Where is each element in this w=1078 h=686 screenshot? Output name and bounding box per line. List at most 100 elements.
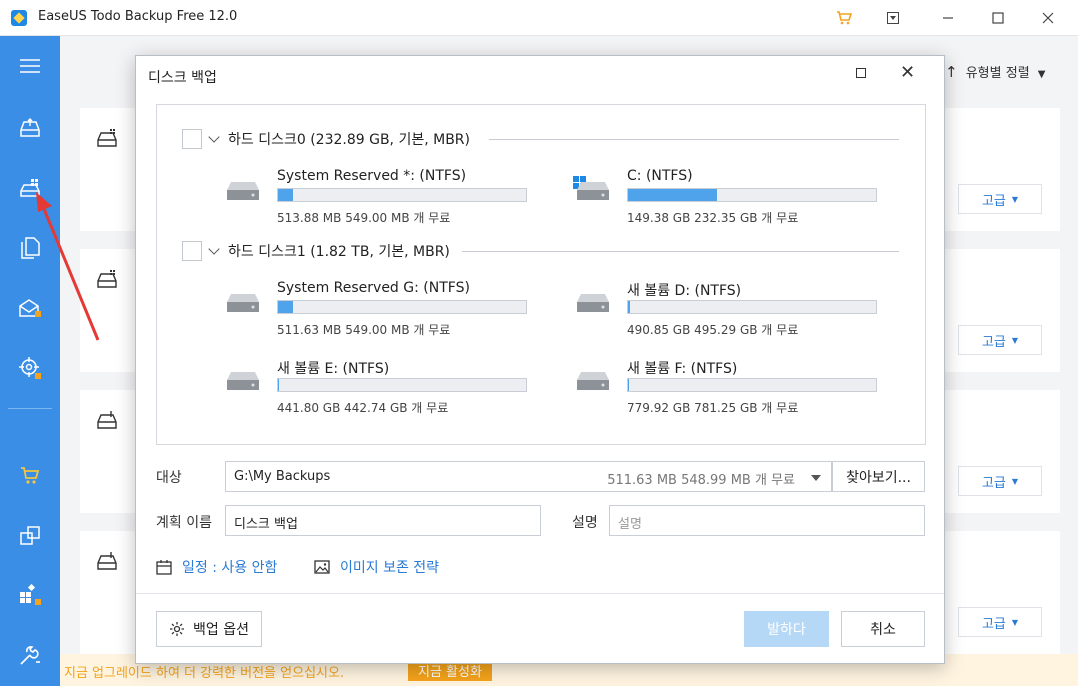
close-icon[interactable]: ✕: [900, 62, 915, 83]
chevron-down-icon: ▼: [1037, 69, 1046, 80]
partition-item[interactable]: System Reserved G: (NTFS) 511.63 MB 549.…: [223, 280, 527, 337]
partition-usage-bar: [277, 378, 527, 392]
tools-icon[interactable]: [0, 636, 60, 676]
backup-options-button[interactable]: 백업 옵션: [156, 611, 262, 647]
partition-name: 새 볼륨 F: (NTFS): [627, 361, 738, 377]
advanced-label: 고급: [981, 616, 1006, 632]
plan-name-input[interactable]: 디스크 백업: [225, 505, 541, 536]
disk-name: 하드 디스크0 (232.89 GB, 기본, MBR): [228, 132, 470, 148]
partition-item[interactable]: 새 볼륨 F: (NTFS) 779.92 GB 781.25 GB 개 무료: [573, 358, 877, 415]
image-strategy-link[interactable]: 이미지 보존 전략: [314, 557, 439, 577]
partition-item[interactable]: C: (NTFS) 149.38 GB 232.35 GB 개 무료: [573, 168, 877, 225]
description-label: 설명: [572, 515, 598, 531]
dialog-title: 디스크 백업: [148, 70, 217, 86]
disk-icon: [96, 128, 120, 152]
advanced-button[interactable]: 고급 ▼: [958, 325, 1042, 355]
chevron-down-icon[interactable]: [208, 243, 220, 255]
divider: [462, 251, 899, 252]
disk-list-panel: 하드 디스크0 (232.89 GB, 기본, MBR) System Rese…: [156, 104, 926, 445]
partition-size: 513.88 MB 549.00 MB 개 무료: [277, 211, 451, 225]
drive-icon: [227, 294, 259, 312]
partition-name: System Reserved G: (NTFS): [277, 280, 470, 296]
partition-name: 새 볼륨 D: (NTFS): [627, 283, 742, 299]
dialog-divider: [136, 593, 944, 594]
advanced-button[interactable]: 고급 ▼: [958, 466, 1042, 496]
advanced-label: 고급: [981, 334, 1006, 350]
calendar-icon: [156, 560, 172, 575]
app-logo-icon: [11, 10, 27, 26]
execute-button[interactable]: 발하다: [744, 611, 829, 647]
title-bar: EaseUS Todo Backup Free 12.0: [0, 0, 1078, 36]
description-input[interactable]: 설명: [609, 505, 925, 536]
disk-header: 하드 디스크1 (1.82 TB, 기본, MBR): [182, 240, 450, 262]
partition-name: C: (NTFS): [627, 168, 693, 184]
sort-arrow-icon: ↑: [945, 63, 958, 81]
partition-size: 511.63 MB 549.00 MB 개 무료: [277, 323, 451, 337]
schedule-link[interactable]: 일정 : 사용 안함: [156, 557, 277, 577]
drive-icon: [577, 294, 609, 312]
disk-icon: [96, 410, 120, 434]
hamburger-icon[interactable]: [0, 46, 60, 86]
partition-item[interactable]: 새 볼륨 E: (NTFS) 441.80 GB 442.74 GB 개 무료: [223, 358, 527, 415]
maximize-icon[interactable]: [856, 68, 866, 78]
partition-name: System Reserved *: (NTFS): [277, 168, 467, 184]
partition-usage-bar: [627, 300, 877, 314]
apps-icon[interactable]: [0, 576, 60, 616]
partition-usage-bar: [277, 188, 527, 202]
disk-checkbox[interactable]: [182, 129, 202, 149]
disk-backup-icon[interactable]: [0, 108, 60, 148]
annotation-arrow: [36, 192, 100, 341]
disk-name: 하드 디스크1 (1.82 TB, 기본, MBR): [228, 244, 450, 260]
partition-usage-bar: [627, 378, 877, 392]
target-free-space: 511.63 MB 548.99 MB 개 무료: [607, 473, 795, 488]
sidebar-divider: [8, 408, 52, 409]
target-label: 대상: [156, 470, 182, 486]
clone-icon[interactable]: [0, 516, 60, 556]
target-path: G:\My Backups: [234, 469, 331, 484]
partition-usage-bar: [627, 188, 877, 202]
minimize-icon[interactable]: [935, 6, 961, 30]
cart-icon[interactable]: [0, 456, 60, 496]
partition-size: 149.38 GB 232.35 GB 개 무료: [627, 211, 799, 225]
divider: [489, 139, 899, 140]
partition-size: 490.85 GB 495.29 GB 개 무료: [627, 323, 799, 337]
disk-icon: [96, 551, 120, 575]
chevron-down-icon: ▼: [1011, 335, 1019, 345]
schedule-link-label: 일정 : 사용 안함: [182, 560, 278, 576]
chevron-down-icon: ▼: [1011, 617, 1019, 627]
chevron-down-icon: ▼: [1011, 194, 1019, 204]
browse-button[interactable]: 찾아보기...: [832, 461, 925, 492]
partition-size: 779.92 GB 781.25 GB 개 무료: [627, 401, 799, 415]
disk-backup-dialog: 디스크 백업 ✕ 하드 디스크0 (232.89 GB, 기본, MBR) Sy…: [135, 55, 945, 664]
partition-size: 441.80 GB 442.74 GB 개 무료: [277, 401, 449, 415]
drive-icon: [227, 372, 259, 390]
advanced-label: 고급: [981, 193, 1006, 209]
image-strategy-label: 이미지 보존 전략: [340, 560, 440, 576]
menu-dropdown-icon[interactable]: [880, 6, 906, 30]
partition-item[interactable]: 새 볼륨 D: (NTFS) 490.85 GB 495.29 GB 개 무료: [573, 280, 877, 337]
advanced-button[interactable]: 고급 ▼: [958, 607, 1042, 637]
partition-name: 새 볼륨 E: (NTFS): [277, 361, 390, 377]
cancel-button[interactable]: 취소: [841, 611, 925, 647]
partition-usage-bar: [277, 300, 527, 314]
gear-icon: [170, 622, 184, 636]
sort-dropdown[interactable]: ↑ 유형별 정렬 ▼: [945, 62, 1046, 81]
plan-name-label: 계획 이름: [156, 515, 212, 531]
partition-item[interactable]: System Reserved *: (NTFS) 513.88 MB 549.…: [223, 168, 527, 225]
chevron-down-icon: ▼: [1011, 476, 1019, 486]
chevron-down-icon[interactable]: [811, 475, 821, 481]
smart-backup-icon[interactable]: [0, 348, 60, 388]
advanced-button[interactable]: 고급 ▼: [958, 184, 1042, 214]
image-icon: [314, 560, 330, 574]
close-icon[interactable]: [1035, 6, 1061, 30]
advanced-label: 고급: [981, 475, 1006, 491]
target-select[interactable]: G:\My Backups 511.63 MB 548.99 MB 개 무료: [225, 461, 832, 492]
disk-header: 하드 디스크0 (232.89 GB, 기본, MBR): [182, 128, 470, 150]
chevron-down-icon[interactable]: [208, 131, 220, 143]
drive-icon: [577, 372, 609, 390]
sort-label: 유형별 정렬: [965, 66, 1030, 81]
disk-checkbox[interactable]: [182, 241, 202, 261]
maximize-icon[interactable]: [985, 6, 1011, 30]
cart-icon[interactable]: [831, 6, 857, 30]
sidebar: [0, 36, 60, 686]
